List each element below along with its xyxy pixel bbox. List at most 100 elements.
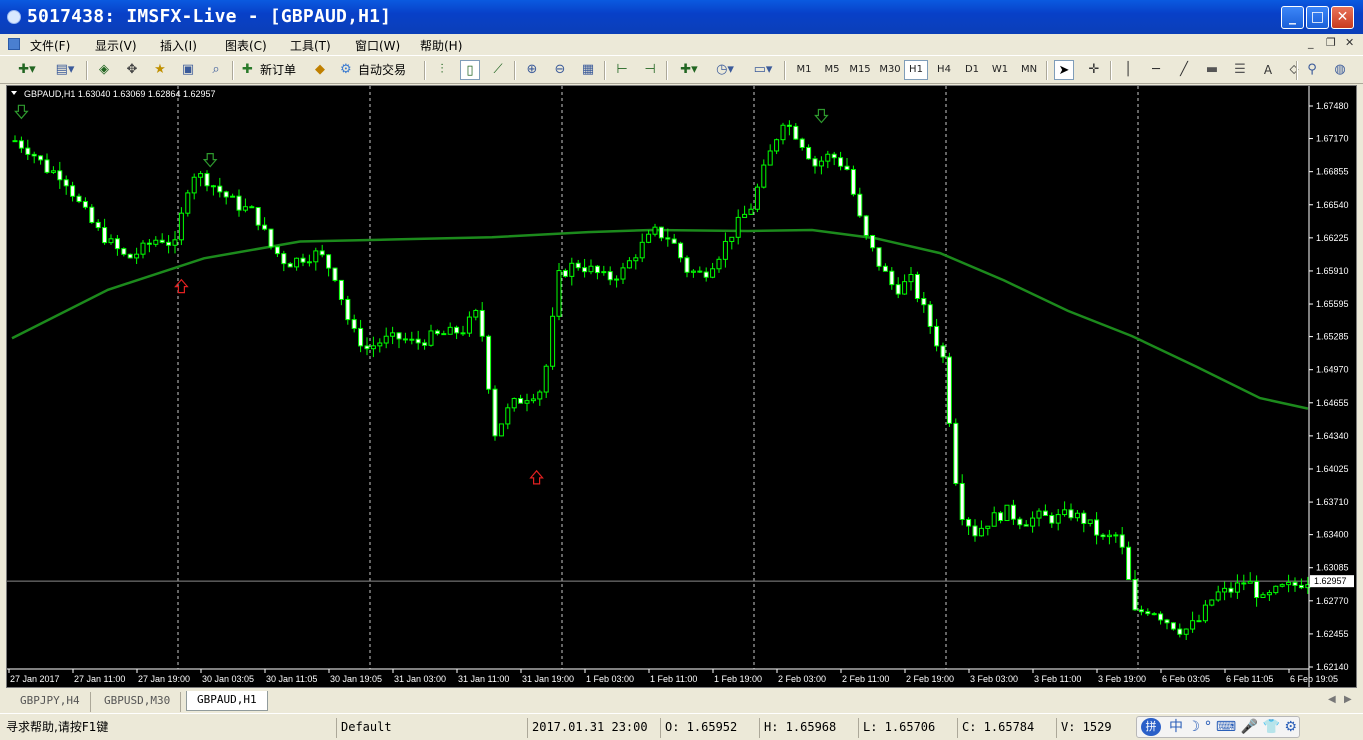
timeframe-h4[interactable]: H4 (932, 60, 956, 80)
time-tick-label: 6 Feb 19:05 (1290, 674, 1338, 684)
maximize-button[interactable]: □ (1306, 6, 1329, 29)
bar-chart-icon[interactable]: ⫶ (432, 60, 452, 80)
tab-gbpjpy-h4[interactable]: GBPJPY,H4 (10, 692, 91, 712)
menu-view[interactable]: 显示(V) (95, 37, 137, 54)
price-tick-label: 1.64025 (1316, 464, 1349, 474)
moving-average-line (11, 228, 1309, 410)
menu-insert[interactable]: 插入(I) (160, 37, 197, 54)
cursor-tool-icon[interactable]: ➤ (1054, 60, 1074, 80)
candle-body (1158, 613, 1164, 621)
ime-controls[interactable]: 中 ☽ ° ⌨ 🎤 👕 ⚙ (1169, 719, 1297, 735)
periods-icon[interactable]: ◷▾ (710, 60, 740, 80)
candle-body (178, 212, 184, 241)
status-datetime: 2017.01.31 23:00 (527, 718, 659, 738)
text-tool-icon[interactable]: A (1258, 60, 1278, 80)
ime-toolbar[interactable]: 拼 中 ☽ ° ⌨ 🎤 👕 ⚙ (1136, 716, 1300, 738)
trendline-icon[interactable]: ╱ (1174, 60, 1194, 80)
time-tick-label: 27 Jan 11:00 (74, 674, 125, 684)
timeframe-mn[interactable]: MN (1016, 60, 1042, 80)
mdi-restore-icon[interactable]: ❐ (1326, 36, 1336, 49)
candle-body (876, 247, 882, 267)
indicators-icon[interactable]: ✚▾ (674, 60, 704, 80)
timeframe-m1[interactable]: M1 (792, 60, 816, 80)
candle-body (1196, 620, 1202, 623)
candle-body (415, 338, 421, 344)
auto-scroll-icon[interactable]: ⊣ (640, 60, 660, 80)
crosshair-icon[interactable]: ✛ (1084, 60, 1104, 80)
vertical-line-icon[interactable]: │ (1118, 60, 1138, 80)
candle-body (38, 155, 44, 161)
auto-trading-button[interactable]: ⚙ 自动交易 (338, 60, 406, 80)
templates-icon[interactable]: ▭▾ (748, 60, 778, 80)
candle-body (185, 192, 191, 214)
chart-window[interactable]: 1.67480 1.67170 1.66855 1.66540 1.66225 1.659… (6, 85, 1357, 688)
candle-body (556, 270, 562, 317)
timeframe-w1[interactable]: W1 (988, 60, 1012, 80)
candlestick-chart-icon[interactable]: ▯ (460, 60, 480, 80)
timeframe-m30[interactable]: M30 (876, 60, 904, 80)
strategy-tester-icon[interactable]: ⌕ (206, 60, 226, 80)
chart-shift-icon[interactable]: ⊢ (612, 60, 632, 80)
price-chart[interactable]: 1.67480 1.67170 1.66855 1.66540 1.66225 1.659… (7, 86, 1356, 687)
candle-body (1151, 613, 1157, 616)
profiles-icon[interactable]: ▤▾ (50, 60, 80, 80)
favorites-icon[interactable]: ★ (150, 60, 170, 80)
fibonacci-icon[interactable]: ☰ (1230, 60, 1250, 80)
tab-scroll-left-icon[interactable]: ◀ (1328, 694, 1336, 705)
candle-body (722, 240, 728, 260)
timeframe-m15[interactable]: M15 (846, 60, 874, 80)
candle-body (63, 179, 69, 187)
time-tick-label: 30 Jan 03:05 (202, 674, 254, 684)
candle-body (857, 193, 863, 217)
market-watch-icon[interactable]: ◈ (94, 60, 114, 80)
timeframe-d1[interactable]: D1 (960, 60, 984, 80)
time-axis: 27 Jan 2017 27 Jan 11:00 27 Jan 19:00 30 Ja… (7, 668, 1338, 684)
search-icon[interactable]: ⚲ (1302, 60, 1322, 80)
zoom-in-icon[interactable]: ⊕ (522, 60, 542, 80)
candle-body (236, 195, 242, 211)
chat-icon[interactable]: ◍ (1330, 60, 1350, 80)
candle-body (946, 356, 952, 424)
candle-body (1298, 584, 1304, 589)
new-order-button[interactable]: ✚ 新订单 (240, 60, 296, 80)
channel-icon[interactable]: ▬ (1202, 60, 1222, 80)
candle-body (799, 138, 805, 148)
candle-body (889, 270, 895, 286)
menu-tools[interactable]: 工具(T) (290, 37, 331, 54)
candle-body (966, 518, 972, 527)
tile-windows-icon[interactable]: ▦ (578, 60, 598, 80)
navigator-icon[interactable]: ✥ (122, 60, 142, 80)
candle-body (1145, 611, 1151, 615)
new-chart-icon[interactable]: ✚▾ (12, 60, 42, 80)
tab-gbpusd-m30[interactable]: GBPUSD,M30 (94, 692, 182, 712)
candle-body (82, 201, 88, 208)
close-button[interactable]: ✕ (1331, 6, 1354, 29)
time-tick-label: 30 Jan 19:05 (330, 674, 382, 684)
terminal-icon[interactable]: ▣ (178, 60, 198, 80)
minimize-button[interactable]: _ (1281, 6, 1304, 29)
candle-body (396, 332, 402, 340)
tab-gbpaud-h1[interactable]: GBPAUD,H1 (186, 691, 268, 711)
zoom-out-icon[interactable]: ⊖ (550, 60, 570, 80)
candle-body (345, 298, 351, 321)
timeframe-m5[interactable]: M5 (820, 60, 844, 80)
mdi-close-icon[interactable]: ✕ (1345, 36, 1354, 49)
chart-doc-icon[interactable] (8, 38, 20, 50)
candle-body (102, 227, 108, 244)
menu-charts[interactable]: 图表(C) (225, 37, 267, 54)
metaeditor-icon[interactable]: ◆ (310, 60, 330, 80)
arrows-tool-icon[interactable]: ⬦ (1284, 60, 1304, 80)
candle-body (646, 233, 652, 243)
candle-body (518, 397, 524, 404)
tab-scroll-right-icon[interactable]: ▶ (1344, 694, 1352, 705)
candle-body (511, 397, 517, 409)
menu-help[interactable]: 帮助(H) (420, 37, 462, 54)
candle-body (882, 265, 888, 272)
menu-file[interactable]: 文件(F) (30, 37, 70, 54)
mdi-minimize-icon[interactable]: _ (1308, 36, 1314, 49)
candle-body (978, 527, 984, 537)
menu-window[interactable]: 窗口(W) (355, 37, 400, 54)
line-chart-icon[interactable]: ⟋ (488, 60, 508, 80)
horizontal-line-icon[interactable]: ─ (1146, 60, 1166, 80)
timeframe-h1[interactable]: H1 (904, 60, 928, 80)
